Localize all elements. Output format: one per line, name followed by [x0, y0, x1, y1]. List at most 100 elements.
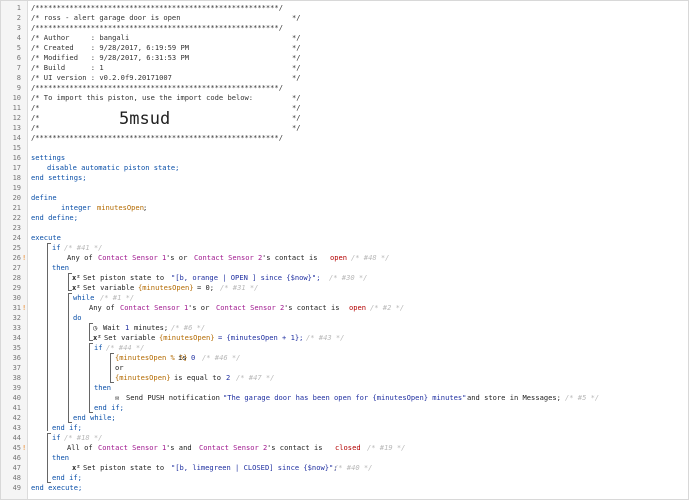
header-ui-version: /* UI version : v0.2.0f9.20171007	[31, 73, 172, 82]
condition-any-of[interactable]: Any of	[89, 303, 115, 313]
comment-id: /* #6 */	[171, 323, 206, 332]
value-zero[interactable]: 0	[191, 353, 195, 363]
semicolon: ;	[143, 203, 148, 212]
type-integer[interactable]: integer	[61, 203, 91, 213]
line-number: 15	[12, 144, 21, 152]
comment-id: /* #46 */	[202, 353, 241, 362]
variable-minutesopen[interactable]: minutesOpen	[97, 203, 144, 213]
condition-all-of[interactable]: All of	[67, 443, 93, 453]
comment-end: */	[292, 43, 301, 52]
text-s-or: 's or	[166, 253, 188, 262]
clock-icon: ◷	[93, 323, 98, 332]
device-contact-sensor-2[interactable]: Contact Sensor 2	[194, 253, 262, 263]
keyword-end-if: end if;	[94, 403, 124, 412]
value-open[interactable]: open	[330, 253, 347, 263]
comment-end: */	[292, 53, 301, 62]
operator-is: is	[178, 353, 187, 362]
warning-marker: !	[22, 444, 27, 452]
line-number: 23	[12, 224, 21, 232]
state-string-closed[interactable]: "[b, limegreen | CLOSED] since {$now}";	[171, 463, 338, 473]
operator-equal-to: is equal to	[174, 373, 221, 382]
keyword-do: do	[73, 313, 82, 322]
setting-disable-state[interactable]: disable automatic piston state;	[47, 163, 179, 173]
comment-end: */	[292, 73, 301, 82]
send-push-label[interactable]: Send PUSH notification	[126, 393, 220, 403]
header-author: /* Author : bangali	[31, 33, 130, 42]
x2-icon: x²	[72, 463, 81, 472]
increment-expression[interactable]: = {minutesOpen + 1};	[218, 333, 303, 343]
value-two[interactable]: 2	[226, 373, 230, 383]
comment-id: /* #41 */	[64, 243, 103, 252]
comment-start: /*	[31, 103, 40, 112]
comment-id: /* #30 */	[329, 273, 368, 282]
comment-end: */	[292, 103, 301, 112]
text-s-contact-is: 's contact is	[262, 253, 318, 262]
line-number: 19	[12, 184, 21, 192]
comment-end: */	[292, 13, 301, 22]
keyword-while[interactable]: while	[73, 293, 94, 303]
header-created: /* Created : 9/28/2017, 6:19:59 PM	[31, 43, 190, 52]
device-contact-sensor-1[interactable]: Contact Sensor 1	[98, 253, 166, 263]
header-import-text: /* To import this piston, use the import…	[31, 93, 254, 102]
comment-id: /* #47 */	[236, 373, 275, 382]
keyword-end-define: end define;	[31, 213, 78, 222]
wait-label[interactable]: Wait	[103, 323, 120, 333]
variable-minutesopen[interactable]: {minutesOpen}	[138, 283, 194, 293]
header-build: /* Build : 1	[31, 63, 104, 72]
value-closed[interactable]: closed	[335, 443, 361, 453]
comment-id: /* #2 */	[370, 303, 405, 312]
set-piston-state-label[interactable]: Set piston state to	[83, 463, 164, 473]
state-string-open[interactable]: "[b, orange | OPEN ] since {$now}";	[171, 273, 320, 283]
comment-id: /* #44 */	[106, 343, 145, 352]
variable-minutesopen[interactable]: {minutesOpen}	[115, 373, 171, 383]
comment-id: /* #5 */	[565, 393, 600, 402]
wait-unit: minutes;	[134, 323, 169, 332]
push-message-string[interactable]: "The garage door has been open for {minu…	[223, 393, 466, 403]
x2-icon: x²	[93, 333, 102, 342]
keyword-end-if: end if;	[52, 473, 82, 482]
comment-id: /* #40 */	[334, 463, 373, 472]
message-icon: ✉	[115, 393, 120, 402]
text-s-contact-is: 's contact is	[267, 443, 323, 452]
keyword-then: then	[94, 383, 112, 392]
header-modified: /* Modified : 9/28/2017, 6:31:53 PM	[31, 53, 190, 62]
import-code[interactable]: 5msud	[119, 109, 170, 129]
keyword-end-execute: end execute;	[31, 483, 83, 492]
comment-end: */	[292, 93, 301, 102]
comment-id: /* #19 */	[367, 443, 406, 452]
value-open[interactable]: open	[349, 303, 366, 313]
keyword-end-settings: end settings;	[31, 173, 87, 182]
set-variable-label[interactable]: Set variable	[104, 333, 155, 343]
device-contact-sensor-2[interactable]: Contact Sensor 2	[199, 443, 267, 453]
comment-end: */	[292, 33, 301, 42]
condition-any-of[interactable]: Any of	[67, 253, 93, 263]
keyword-end-while: end while;	[73, 413, 116, 422]
text-s-and: 's and	[166, 443, 192, 452]
wait-amount[interactable]: 1	[125, 323, 129, 333]
variable-minutesopen[interactable]: {minutesOpen}	[159, 333, 215, 343]
device-contact-sensor-1[interactable]: Contact Sensor 1	[120, 303, 188, 313]
warning-marker: !	[22, 304, 27, 312]
expression-minutesopen-mod5[interactable]: {minutesOpen % 5}	[115, 353, 188, 363]
comment-id: /* #18 */	[64, 433, 103, 442]
warning-marker: !	[22, 254, 27, 262]
header-border: /***************************************…	[31, 3, 283, 12]
comment-id: /* #1 */	[100, 293, 135, 302]
keyword-if[interactable]: if	[94, 343, 103, 353]
comment-start: /*	[31, 113, 40, 122]
device-contact-sensor-2[interactable]: Contact Sensor 2	[216, 303, 284, 313]
keyword-if[interactable]: if	[52, 433, 61, 443]
device-contact-sensor-1[interactable]: Contact Sensor 1	[98, 443, 166, 453]
set-piston-state-label[interactable]: Set piston state to	[83, 273, 164, 283]
keyword-then: then	[52, 453, 70, 462]
keyword-define[interactable]: define	[31, 193, 57, 203]
keyword-if[interactable]: if	[52, 243, 61, 253]
keyword-execute[interactable]: execute	[31, 233, 61, 243]
comment-end: */	[292, 123, 301, 132]
x2-icon: x²	[72, 283, 81, 292]
keyword-settings[interactable]: settings	[31, 153, 65, 163]
set-variable-label[interactable]: Set variable	[83, 283, 134, 293]
header-border: /***************************************…	[31, 23, 283, 32]
operator-or[interactable]: or	[115, 363, 124, 373]
piston-code-editor: 1 2 3 4 5 6 7 8 9 10 11 12 13 14 15 16 17 18 19 20 21 22 23 24 2…	[0, 0, 689, 500]
